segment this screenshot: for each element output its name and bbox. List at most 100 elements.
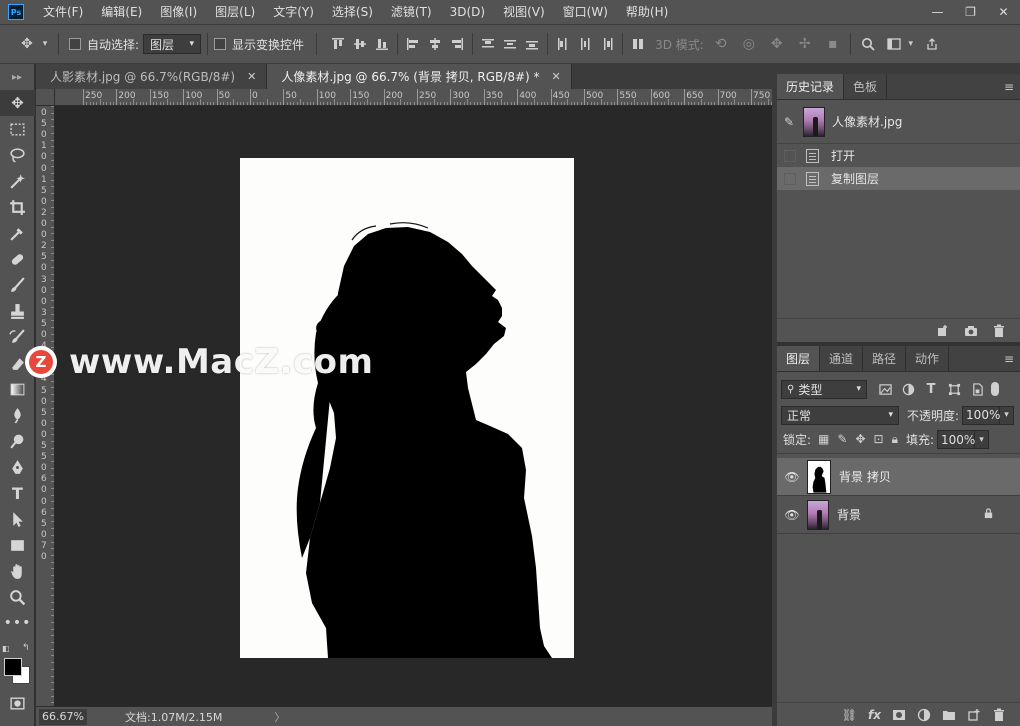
filter-type-icon[interactable]: T <box>923 381 939 397</box>
filter-pixel-icon[interactable] <box>877 381 893 397</box>
close-icon[interactable]: ✕ <box>552 70 561 83</box>
fill-slider-icon[interactable]: ▾ <box>975 430 990 449</box>
history-item-duplicate-layer[interactable]: 复制图层 <box>777 167 1020 190</box>
align-top-icon[interactable] <box>329 35 347 53</box>
eyedropper-tool-icon[interactable] <box>0 220 35 246</box>
auto-select-checkbox[interactable] <box>69 38 81 50</box>
document-tab-1[interactable]: 人影素材.jpg @ 66.7%(RGB/8#) ✕ <box>36 64 268 89</box>
dock-collapse-strip[interactable] <box>777 64 1020 74</box>
quick-mask-icon[interactable] <box>0 690 35 716</box>
layer-row-background[interactable]: 👁︎ 背景 <box>777 496 1020 534</box>
more-tools-icon[interactable]: ••• <box>0 610 35 636</box>
layer-name[interactable]: 背景 拷贝 <box>839 468 891 485</box>
healing-brush-tool-icon[interactable] <box>0 246 35 272</box>
restore-button[interactable]: ❐ <box>954 0 987 24</box>
history-brush-checkbox[interactable] <box>784 172 796 185</box>
layer-filter-select[interactable]: ⚲ 类型 ▾ <box>781 379 867 399</box>
crop-tool-icon[interactable] <box>0 194 35 220</box>
link-layers-icon[interactable]: ⛓︎ <box>842 708 857 722</box>
tab-channels[interactable]: 通道 <box>820 346 864 371</box>
filter-adjustment-icon[interactable] <box>900 381 916 397</box>
roll-3d-icon[interactable]: ◎ <box>738 33 760 55</box>
menu-view[interactable]: 视图(V) <box>494 0 554 24</box>
camera-icon[interactable] <box>964 324 978 338</box>
type-tool-icon[interactable]: T <box>0 480 35 506</box>
blur-tool-icon[interactable] <box>0 402 35 428</box>
history-brush-source-icon[interactable]: ✎ <box>777 115 801 129</box>
filter-shape-icon[interactable] <box>946 381 962 397</box>
align-bottom-icon[interactable] <box>373 35 391 53</box>
close-icon[interactable]: ✕ <box>247 70 256 83</box>
distribute-hcenter-icon[interactable] <box>576 35 594 53</box>
menu-window[interactable]: 窗口(W) <box>554 0 617 24</box>
move-tool-icon[interactable]: ✥ <box>0 90 35 116</box>
blend-mode-select[interactable]: 正常 ▾ <box>781 405 899 425</box>
hand-tool-icon[interactable] <box>0 558 35 584</box>
opacity-slider-icon[interactable]: ▾ <box>1000 405 1015 425</box>
collapse-toolbar-icon[interactable]: ▸▸ <box>0 64 34 90</box>
marquee-tool-icon[interactable] <box>0 116 35 142</box>
distribute-bottom-icon[interactable] <box>523 35 541 53</box>
layer-row-background-copy[interactable]: 👁︎ 背景 拷贝 <box>777 458 1020 496</box>
horizontal-ruler[interactable]: 250 200 150 100 50 0 50 100 150 200 250 300 350 400 45… <box>55 89 772 106</box>
tab-paths[interactable]: 路径 <box>863 346 907 371</box>
filter-smart-object-icon[interactable] <box>969 381 985 397</box>
orbit-3d-icon[interactable]: ⟲ <box>710 33 732 55</box>
menu-select[interactable]: 选择(S) <box>323 0 382 24</box>
visibility-eye-icon[interactable]: 👁︎ <box>777 508 807 522</box>
fx-icon[interactable]: fx <box>868 708 881 722</box>
vertical-ruler[interactable]: 0501001502002503003504004505005506006507… <box>36 106 55 706</box>
tab-actions[interactable]: 动作 <box>906 346 950 371</box>
menu-type[interactable]: 文字(Y) <box>264 0 323 24</box>
lock-image-icon[interactable]: ✎ <box>837 432 847 447</box>
canvas-area[interactable] <box>55 106 772 706</box>
move-icon[interactable]: ✥ <box>16 33 38 55</box>
search-icon[interactable] <box>857 33 879 55</box>
lasso-tool-icon[interactable] <box>0 142 35 168</box>
ruler-corner[interactable] <box>36 89 55 106</box>
menu-filter[interactable]: 滤镜(T) <box>382 0 441 24</box>
history-item-open[interactable]: 打开 <box>777 144 1020 167</box>
menu-layer[interactable]: 图层(L) <box>206 0 264 24</box>
distribute-right-icon[interactable] <box>598 35 616 53</box>
zoom-tool-icon[interactable] <box>0 584 35 610</box>
workspace-dropdown-icon[interactable]: ▾ <box>905 33 917 55</box>
lock-icon[interactable] <box>983 507 994 522</box>
tab-history[interactable]: 历史记录 <box>777 74 845 99</box>
show-transform-checkbox[interactable] <box>214 38 227 50</box>
auto-select-target-select[interactable]: 图层 ▾ <box>143 34 202 54</box>
adjustment-layer-icon[interactable] <box>917 708 931 722</box>
auto-align-icon[interactable] <box>629 35 647 53</box>
align-left-icon[interactable] <box>404 35 422 53</box>
tool-preset-dropdown-icon[interactable]: ▾ <box>38 33 52 55</box>
color-swatches[interactable]: ◧ ↰ <box>2 643 34 688</box>
trash-icon[interactable] <box>992 708 1006 722</box>
status-menu-arrow-icon[interactable]: 〉 <box>274 709 285 725</box>
default-colors-icon[interactable]: ◧ <box>2 644 10 653</box>
lock-transparent-icon[interactable]: ▦ <box>818 432 829 447</box>
opacity-field[interactable]: 100% <box>962 405 1000 425</box>
menu-image[interactable]: 图像(I) <box>151 0 206 24</box>
distribute-vcenter-icon[interactable] <box>501 35 519 53</box>
visibility-eye-icon[interactable]: 👁︎ <box>777 470 807 484</box>
magic-wand-tool-icon[interactable] <box>0 168 35 194</box>
dodge-tool-icon[interactable] <box>0 428 35 454</box>
minimize-button[interactable]: — <box>921 0 954 24</box>
menu-3d[interactable]: 3D(D) <box>441 0 494 24</box>
menu-help[interactable]: 帮助(H) <box>617 0 677 24</box>
clone-stamp-tool-icon[interactable] <box>0 298 35 324</box>
trash-icon[interactable] <box>992 324 1006 338</box>
layer-name[interactable]: 背景 <box>837 506 861 523</box>
align-hcenter-icon[interactable] <box>426 35 444 53</box>
tab-layers[interactable]: 图层 <box>777 346 821 371</box>
align-vcenter-icon[interactable] <box>351 35 369 53</box>
pan-3d-icon[interactable]: ✥ <box>766 33 788 55</box>
lock-artboard-icon[interactable]: ⊡ <box>874 432 884 447</box>
path-selection-tool-icon[interactable] <box>0 506 35 532</box>
rectangle-tool-icon[interactable] <box>0 532 35 558</box>
tab-swatches[interactable]: 色板 <box>844 74 888 99</box>
zoom-level-field[interactable]: 66.67% <box>39 708 87 725</box>
menu-edit[interactable]: 编辑(E) <box>92 0 151 24</box>
swap-colors-icon[interactable]: ↰ <box>22 643 30 653</box>
scale-3d-icon[interactable]: ▪ <box>822 33 844 55</box>
